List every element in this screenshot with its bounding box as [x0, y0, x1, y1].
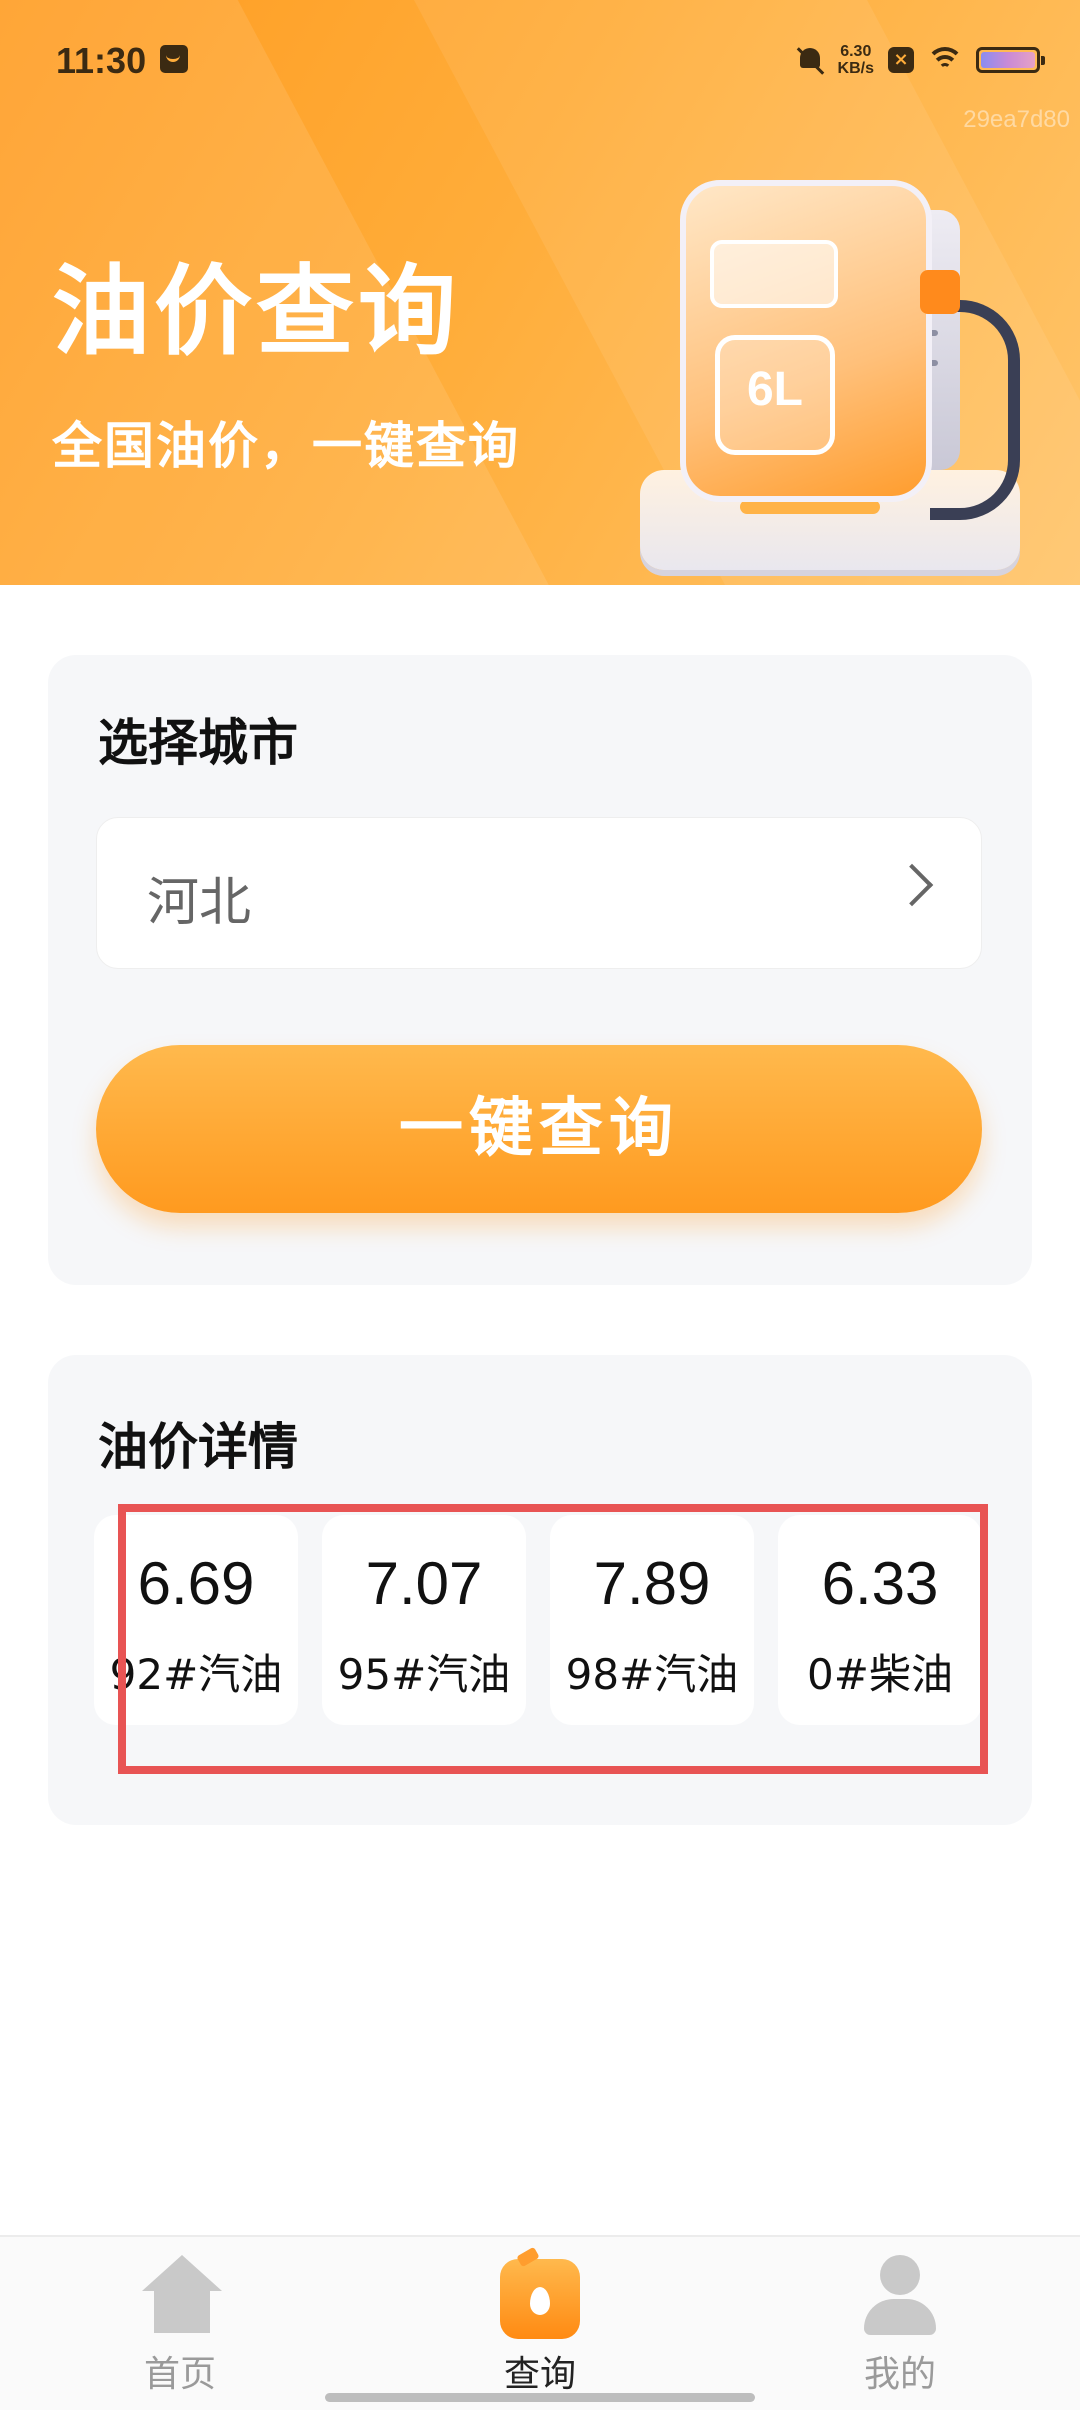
city-select-card: 选择城市 河北 一键查询 [48, 655, 1032, 1285]
city-card-title: 选择城市 [98, 714, 298, 772]
nav-item-profile[interactable]: 我的 [800, 2237, 1000, 2410]
detail-card-title: 油价详情 [98, 1418, 298, 1476]
query-button[interactable]: 一键查询 [96, 1045, 982, 1213]
page-title: 油价查询 [52, 255, 461, 369]
watermark: 29ea7d80 [963, 106, 1070, 133]
pump-base-light [740, 500, 880, 514]
status-time: 11:30 [56, 40, 147, 81]
home-indicator[interactable] [325, 2393, 755, 2402]
pump-hose [930, 300, 1020, 520]
nav-label-profile: 我的 [863, 2354, 936, 2395]
pump-screen [710, 240, 838, 308]
nav-label-query: 查询 [503, 2354, 576, 2395]
nav-label-home: 首页 [143, 2354, 216, 2395]
header-banner: 11:30 6.30 KB/s × 29ea7d80 油价查询 全国油价，一键查… [0, 0, 1080, 585]
nav-item-query[interactable]: 查询 [440, 2237, 640, 2410]
status-bar: 11:30 6.30 KB/s × [0, 0, 1080, 120]
fuel-pump-illustration: 6L [630, 150, 1070, 585]
city-picker[interactable]: 河北 [96, 817, 982, 969]
selected-city: 河北 [147, 873, 252, 933]
wifi-icon [926, 47, 964, 73]
pump-nozzle [920, 270, 960, 314]
home-icon [140, 2255, 224, 2335]
fuel-search-icon [500, 2259, 580, 2339]
status-icons: 6.30 KB/s × [796, 40, 1045, 80]
profile-icon [860, 2255, 940, 2337]
bell-off-icon [796, 45, 824, 75]
chevron-right-icon [890, 863, 934, 907]
net-speed-unit: KB/s [837, 60, 874, 77]
battery-icon [976, 47, 1045, 73]
net-speed-value: 6.30 [840, 43, 872, 60]
net-speed: 6.30 KB/s [838, 43, 874, 77]
highlight-box [118, 1504, 988, 1774]
pump-tag: 6L [715, 335, 835, 455]
message-icon [160, 45, 188, 73]
nav-item-home[interactable]: 首页 [80, 2237, 280, 2410]
page-subtitle: 全国油价，一键查询 [52, 417, 520, 475]
bottom-nav: 首页 查询 我的 [0, 2235, 1080, 2410]
close-icon: × [888, 47, 914, 73]
